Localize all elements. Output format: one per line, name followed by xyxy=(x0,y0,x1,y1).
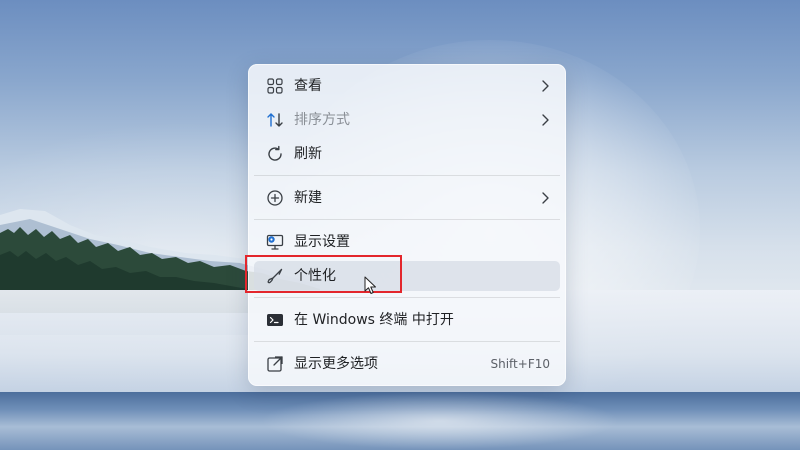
menu-separator xyxy=(254,219,560,220)
water-reflection xyxy=(260,392,620,450)
refresh-icon xyxy=(268,145,282,161)
menu-item-show-more-options[interactable]: 显示更多选项 Shift+F10 xyxy=(254,349,560,379)
sort-icon xyxy=(267,113,283,127)
chevron-right-icon xyxy=(542,80,549,92)
menu-item-refresh[interactable]: 刷新 xyxy=(254,139,560,169)
menu-separator xyxy=(254,175,560,176)
chevron-right-icon xyxy=(542,192,549,204)
new-plus-icon xyxy=(267,190,283,206)
menu-item-label: 刷新 xyxy=(294,146,322,162)
menu-item-view[interactable]: 查看 xyxy=(254,71,560,101)
menu-item-label: 新建 xyxy=(294,190,322,206)
keyboard-shortcut: Shift+F10 xyxy=(490,357,550,371)
menu-item-new[interactable]: 新建 xyxy=(254,183,560,213)
menu-item-label: 排序方式 xyxy=(294,112,350,128)
menu-item-label: 查看 xyxy=(294,78,322,94)
menu-item-display-settings[interactable]: 显示设置 xyxy=(254,227,560,257)
menu-separator xyxy=(254,297,560,298)
menu-item-label: 显示设置 xyxy=(294,234,350,250)
mouse-pointer-icon xyxy=(364,276,376,294)
menu-item-label: 在 Windows 终端 中打开 xyxy=(294,312,454,328)
menu-item-open-in-terminal[interactable]: 在 Windows 终端 中打开 xyxy=(254,305,560,335)
display-settings-icon xyxy=(266,234,284,250)
menu-item-label: 显示更多选项 xyxy=(294,356,378,372)
grid-view-icon xyxy=(267,78,283,94)
red-highlight-annotation xyxy=(245,255,402,293)
chevron-right-icon xyxy=(542,114,549,126)
terminal-icon xyxy=(267,314,283,326)
desktop-background[interactable]: 查看 排序方式 刷新 新建 显示设置 个性化 在 Windows 终端 中打开 … xyxy=(0,0,800,450)
more-options-icon xyxy=(267,356,283,372)
menu-item-sort-by[interactable]: 排序方式 xyxy=(254,105,560,135)
desktop-context-menu: 查看 排序方式 刷新 新建 显示设置 个性化 在 Windows 终端 中打开 … xyxy=(248,64,566,386)
menu-separator xyxy=(254,341,560,342)
